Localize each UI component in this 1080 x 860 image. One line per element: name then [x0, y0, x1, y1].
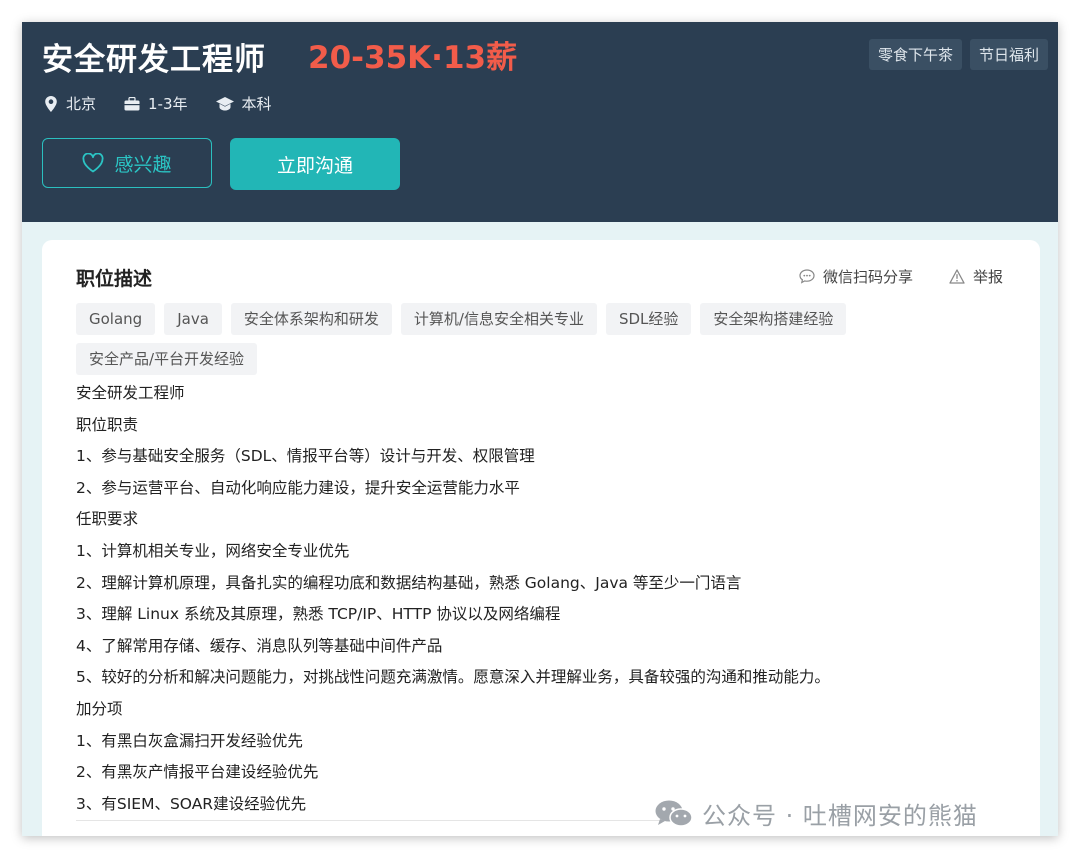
job-detail-window: 安全研发工程师 20-35K·13薪 零食下午茶 节日福利 北京 1-3年 本科… — [22, 22, 1058, 836]
experience: 1-3年 — [124, 93, 188, 114]
briefcase-icon — [124, 96, 140, 110]
location-text: 北京 — [66, 95, 97, 113]
skill-tag: 安全体系架构和研发 — [230, 303, 392, 335]
description-line: 1、有黑白灰盒漏扫开发经验优先 — [76, 731, 303, 750]
skill-tag: 安全架构搭建经验 — [700, 303, 847, 335]
section-title: 职位描述 — [76, 268, 153, 290]
chat-label: 立即沟通 — [276, 154, 353, 177]
job-description-text: 安全研发工程师 职位职责 1、参与基础安全服务（SDL、情报平台等）设计与开发、… — [76, 378, 830, 820]
interest-label: 感兴趣 — [114, 153, 172, 176]
description-line: 1、计算机相关专业，网络安全专业优先 — [76, 541, 350, 560]
description-line: 安全研发工程师 — [76, 384, 185, 402]
heart-icon — [82, 153, 104, 173]
report-button[interactable]: 举报 — [949, 266, 1003, 287]
salary: 20-35K·13薪 — [308, 40, 518, 76]
watermark: 公众号 · 吐槽网安的熊猫 — [654, 796, 978, 831]
description-line: 4、了解常用存储、缓存、消息队列等基础中间件产品 — [76, 636, 443, 655]
description-line: 1、参与基础安全服务（SDL、情报平台等）设计与开发、权限管理 — [76, 447, 535, 466]
description-line: 2、参与运营平台、自动化响应能力建设，提升安全运营能力水平 — [76, 478, 520, 497]
description-line: 任职要求 — [76, 510, 139, 529]
interest-button[interactable]: 感兴趣 — [42, 138, 212, 188]
report-label: 举报 — [973, 268, 1004, 286]
skill-tag: Golang — [76, 303, 156, 335]
experience-text: 1-3年 — [148, 95, 188, 113]
job-title: 安全研发工程师 — [42, 42, 266, 78]
job-header: 安全研发工程师 20-35K·13薪 零食下午茶 节日福利 北京 1-3年 本科… — [22, 22, 1058, 222]
description-line: 3、理解 Linux 系统及其原理，熟悉 TCP/IP、HTTP 协议以及网络编… — [76, 605, 561, 624]
education-text: 本科 — [241, 95, 272, 113]
job-meta: 北京 1-3年 本科 — [44, 93, 300, 114]
skill-tag: Java — [164, 303, 222, 335]
watermark-text: 公众号 · 吐槽网安的熊猫 — [702, 802, 978, 830]
job-description-card: 职位描述 微信扫码分享 举报 Golang Java 安全体系架构和研发 计算机… — [42, 240, 1040, 836]
description-line: 2、有黑灰产情报平台建设经验优先 — [76, 763, 319, 782]
skill-tag: 计算机/信息安全相关专业 — [400, 303, 597, 335]
perk-list: 零食下午茶 节日福利 — [868, 39, 1048, 70]
perk-tag: 节日福利 — [969, 39, 1048, 70]
graduation-cap-icon — [215, 96, 234, 110]
share-label: 微信扫码分享 — [823, 268, 914, 286]
chat-now-button[interactable]: 立即沟通 — [230, 138, 400, 190]
location-pin-icon — [45, 95, 57, 112]
wechat-logo-icon — [655, 800, 693, 827]
skill-tag: 安全产品/平台开发经验 — [76, 343, 258, 375]
skill-tag-list: Golang Java 安全体系架构和研发 计算机/信息安全相关专业 SDL经验… — [76, 303, 906, 383]
description-line: 加分项 — [76, 699, 123, 718]
education: 本科 — [215, 93, 272, 114]
skill-tag: SDL经验 — [605, 303, 692, 335]
location: 北京 — [44, 93, 96, 114]
wechat-share-button[interactable]: 微信扫码分享 — [799, 266, 913, 287]
description-line: 职位职责 — [76, 415, 139, 434]
perk-tag: 零食下午茶 — [868, 39, 962, 70]
divider — [76, 820, 676, 821]
warning-icon — [949, 269, 965, 284]
chat-bubble-icon — [799, 269, 815, 284]
description-line: 5、较好的分析和解决问题能力，对挑战性问题充满激情。愿意深入并理解业务，具备较强… — [76, 668, 830, 687]
description-line: 2、理解计算机原理，具备扎实的编程功底和数据结构基础，熟悉 Golang、Jav… — [76, 573, 742, 592]
